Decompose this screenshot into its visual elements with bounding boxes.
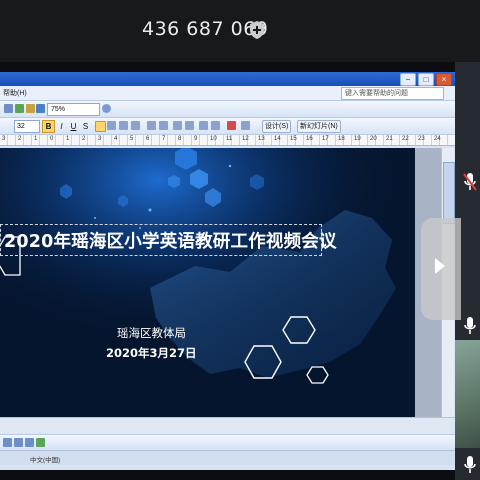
help-icon[interactable] (102, 104, 111, 113)
font-color-icon[interactable] (227, 121, 236, 130)
align-right-icon[interactable] (119, 121, 128, 130)
shadow-button[interactable]: S (79, 120, 92, 133)
align-center-icon[interactable] (107, 121, 116, 130)
participant-video-thumbnail[interactable] (455, 340, 480, 448)
ruler-label: 16 (306, 136, 313, 142)
slideshow-icon[interactable] (36, 438, 45, 447)
ruler-label: 22 (402, 136, 409, 142)
formatting-toolbar: 32 B I U S 设计(S) 新幻灯片(N) (0, 118, 456, 135)
close-button[interactable]: × (436, 73, 452, 86)
decrease-indent-icon[interactable] (199, 121, 208, 130)
slide-canvas[interactable]: 2020年瑶海区小学英语教研工作视频会议 瑶海区教体局 2020年3月27日 (0, 148, 415, 417)
ruler-label: 17 (322, 136, 329, 142)
ruler-label: 5 (130, 136, 134, 142)
ruler-label: 9 (194, 136, 198, 142)
ruler-label: 8 (178, 136, 182, 142)
standard-toolbar: 75% (0, 101, 456, 118)
ruler-label: 11 (226, 136, 233, 142)
zoom-select[interactable]: 75% (47, 103, 100, 116)
ruler-label: 14 (274, 136, 281, 142)
arrow-right-icon (435, 258, 445, 274)
ruler-label: 23 (418, 136, 425, 142)
sorter-view-icon[interactable] (25, 438, 34, 447)
design-button[interactable]: 设计(S) (262, 120, 292, 133)
mic-icon[interactable] (463, 316, 477, 336)
notes-pane[interactable] (0, 417, 456, 435)
increase-font-icon[interactable] (173, 121, 182, 130)
font-size-select[interactable]: 32 (14, 120, 40, 133)
ruler-label: 10 (210, 136, 217, 142)
ruler-label: 18 (338, 136, 345, 142)
ruler-label: 0 (50, 136, 54, 142)
increase-indent-icon[interactable] (211, 121, 220, 130)
ruler-label: 12 (242, 136, 249, 142)
slide-background-art (0, 148, 415, 417)
ruler-label: 21 (386, 136, 393, 142)
slide-date[interactable]: 2020年3月27日 (106, 345, 197, 361)
ruler-label: 1 (66, 136, 70, 142)
mic-muted-icon[interactable] (463, 172, 477, 192)
align-left-icon[interactable] (95, 121, 106, 132)
mic-icon[interactable] (463, 455, 477, 475)
ruler-label: 15 (290, 136, 297, 142)
status-bar: 中文(中国) (0, 450, 456, 465)
ruler-label: 13 (258, 136, 265, 142)
ruler-label: 3 (2, 136, 6, 142)
maximize-button[interactable]: □ (418, 73, 434, 86)
numbered-list-icon[interactable] (147, 121, 156, 130)
menu-help[interactable]: 帮助(H) (3, 88, 27, 98)
slide-title[interactable]: 2020年瑶海区小学英语教研工作视频会议 (4, 228, 337, 253)
menu-bar: 帮助(H) 键入需要帮助的问题 (0, 86, 456, 101)
chart-icon[interactable] (15, 104, 24, 113)
minimize-button[interactable]: − (400, 73, 416, 86)
ruler-label: 1 (34, 136, 38, 142)
bold-button[interactable]: B (42, 120, 55, 133)
normal-view-icon[interactable] (3, 438, 12, 447)
ruler-label: 2 (18, 136, 22, 142)
shield-plus-icon[interactable] (248, 20, 266, 40)
ruler-label: 2 (82, 136, 86, 142)
ruler-label: 20 (370, 136, 377, 142)
ruler-label: 7 (162, 136, 166, 142)
horizontal-ruler: 3 2 1 0 1 2 3 4 5 6 7 8 9 10 11 12 13 14… (0, 135, 456, 146)
outline-view-icon[interactable] (14, 438, 23, 447)
status-language: 中文(中国) (30, 457, 61, 464)
ruler-label: 4 (114, 136, 118, 142)
justify-icon[interactable] (131, 121, 140, 130)
slide-organization[interactable]: 瑶海区教体局 (117, 325, 186, 341)
bullet-list-icon[interactable] (159, 121, 168, 130)
ruler-label: 3 (98, 136, 102, 142)
powerpoint-window: − □ × 帮助(H) 键入需要帮助的问题 75% 32 B I U S 设计(… (0, 72, 456, 470)
table-icon[interactable] (4, 104, 13, 113)
insert-icon[interactable] (26, 104, 35, 113)
ruler-label: 24 (434, 136, 441, 142)
new-slide-button[interactable]: 新幻灯片(N) (297, 120, 341, 133)
help-search-input[interactable]: 键入需要帮助的问题 (341, 87, 444, 100)
ruler-label: 19 (354, 136, 361, 142)
ruler-label: 6 (146, 136, 150, 142)
meeting-header: 436 687 069 (0, 0, 480, 62)
grid-icon[interactable] (36, 104, 45, 113)
decrease-font-icon[interactable] (185, 121, 194, 130)
scrollbar-thumb[interactable] (443, 162, 455, 224)
view-toolbar (0, 434, 456, 449)
more-icon[interactable] (241, 121, 250, 130)
window-titlebar: − □ × (0, 72, 456, 86)
